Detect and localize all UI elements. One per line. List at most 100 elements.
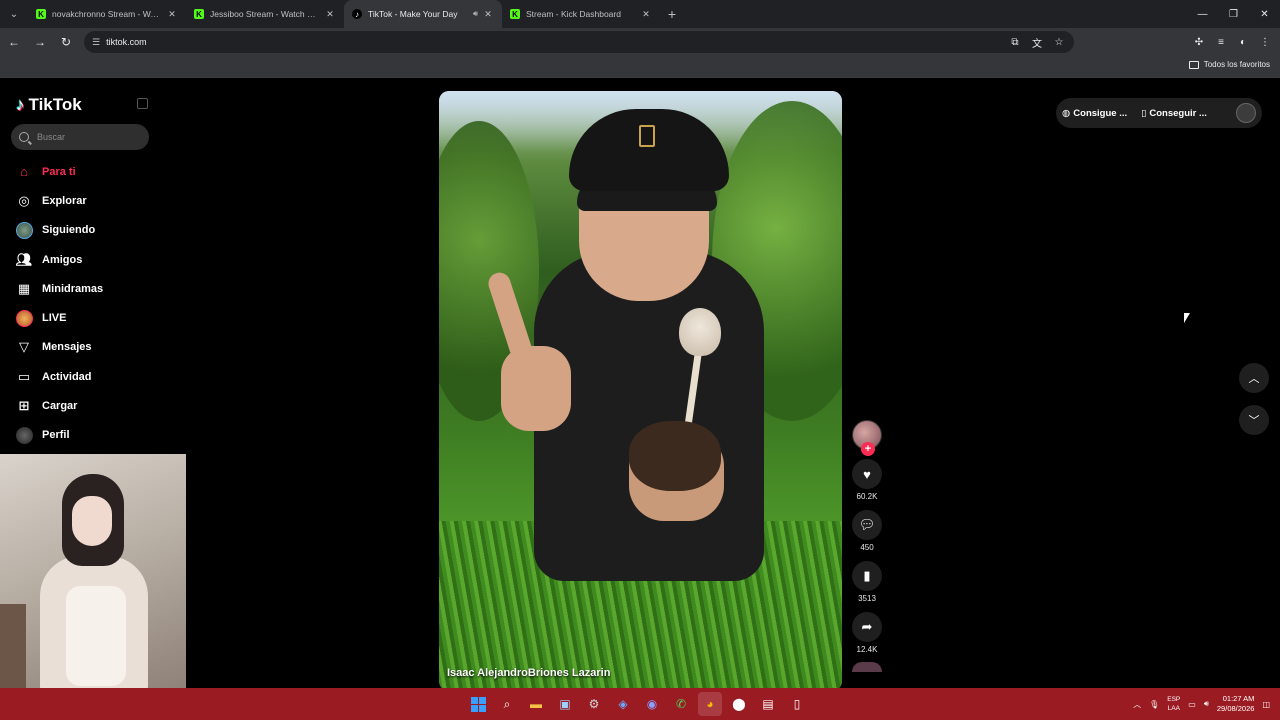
music-disc-icon[interactable] [852,662,882,672]
language-indicator[interactable]: ESP LAA [1167,695,1180,713]
sidebar-item-label: Minidramas [42,282,104,295]
like-button[interactable]: ♥ [852,459,882,489]
get-coins-button[interactable]: ◍ Consigue ... [1062,108,1127,119]
all-bookmarks-button[interactable]: Todos los favoritos [1188,60,1270,69]
close-tab-icon[interactable]: ✕ [640,9,652,20]
home-icon: ⌂ [20,164,28,180]
follow-plus-icon[interactable]: + [861,442,875,456]
get-app-bar: ◍ Consigue ... ▯ Conseguir ... [1056,98,1262,128]
install-app-icon[interactable]: ⧉ [1004,31,1026,53]
search-taskbar-icon[interactable]: ⌕ [495,692,519,716]
previous-video-button[interactable]: ︿ [1239,363,1269,393]
browser-tab-active[interactable]: ♪ TikTok - Make Your Day 🔊︎ ✕ [344,0,502,28]
volume-icon[interactable]: 🔊︎ [1204,699,1209,709]
phone-icon: ▯ [1141,107,1147,119]
close-tab-icon[interactable]: ✕ [166,9,178,20]
new-tab-button[interactable]: + [660,0,684,28]
video-actions: + ♥ 60.2K 💬︎ 450 ▮ 3513 ➦ 12.4K [848,420,886,672]
file-explorer-icon[interactable]: ▬ [524,692,548,716]
bookmark-star-icon[interactable]: ☆ [1048,31,1070,53]
sidebar-item-label: Explorar [42,194,87,207]
sidebar-item-para-ti[interactable]: ⌂ Para ti [0,157,186,186]
reload-icon[interactable]: ↻ [54,30,78,54]
get-app-button[interactable]: ▯ Conseguir ... [1141,108,1207,119]
browser-tab[interactable]: K novakchronno Stream - Watch Live ✕ [28,0,186,28]
sidebar-item-mensajes[interactable]: ▽ Mensajes [0,333,186,362]
sidebar-item-amigos[interactable]: 👥︎ Amigos [0,245,186,274]
bookmarks-bar: Todos los favoritos [0,56,1280,78]
sidebar-item-actividad[interactable]: ▭ Actividad [0,362,186,391]
sidebar-item-explorar[interactable]: ◎ Explorar [0,186,186,215]
tiktok-logo[interactable]: ♪ TikTok [16,95,82,115]
close-window-icon[interactable]: ✕ [1249,0,1280,28]
forward-icon[interactable]: → [28,30,52,54]
site-info-icon[interactable]: ☰ [92,37,100,48]
search-icon [19,132,29,142]
toolbar-right: ✣ ≡ ◐ ⋮ [1188,31,1276,53]
share-action: ➦ 12.4K [848,612,886,654]
tab-search-icon[interactable]: ⌄ [0,0,28,28]
user-avatar[interactable] [1236,103,1256,123]
sidebar-item-cargar[interactable]: ⊞ Cargar [0,391,186,420]
app-window-icon[interactable]: ▤ [756,692,780,716]
search-box[interactable] [11,124,149,150]
extensions-icon[interactable]: ✣ [1188,31,1210,53]
sidebar-item-minidramas[interactable]: ▦ Minidramas [0,274,186,303]
reading-list-icon[interactable]: ≡ [1210,31,1232,53]
video-player[interactable]: Isaac AlejandroBriones Lazarin [439,91,842,688]
search-input[interactable] [37,132,137,142]
photos-app-icon[interactable]: ▣ [553,692,577,716]
browser-tab[interactable]: K Stream - Kick Dashboard ✕ [502,0,660,28]
sidebar-nav: ⌂ Para ti ◎ Explorar Siguiendo 👥︎ Amigos… [0,157,186,450]
obs-icon[interactable]: ⬤ [727,692,751,716]
sidebar-item-live[interactable]: LIVE [0,303,186,332]
tiktok-icon: ♪ [352,9,362,19]
next-video-button[interactable]: ﹀ [1239,405,1269,435]
close-tab-icon[interactable]: ✕ [482,9,494,20]
profile-icon[interactable]: ◐ [1232,31,1254,53]
translate-icon[interactable]: 文 [1026,31,1048,53]
app-cube-icon[interactable]: ◈ [611,692,635,716]
network-icon[interactable]: ▭ [1188,700,1196,709]
speaker-icon[interactable]: 🔊︎ [473,9,478,19]
notepad-icon[interactable]: ▯ [785,692,809,716]
save-button[interactable]: ▮ [852,561,882,591]
comment-button[interactable]: 💬︎ [852,510,882,540]
tray-expand-icon[interactable]: ︿ [1133,699,1141,710]
back-icon[interactable]: ← [2,30,26,54]
clock-date: 29/08/2026 [1216,704,1255,713]
film-icon: ▦ [17,280,31,296]
microphone-icon[interactable]: 🎙︎ [1149,700,1159,709]
sidebar-item-label: Cargar [42,400,78,413]
collapse-sidebar-icon[interactable] [137,98,148,109]
minimize-icon[interactable]: — [1187,0,1218,28]
send-icon: ▽ [19,339,29,355]
more-menu-icon[interactable]: ⋮ [1254,31,1276,53]
sidebar-item-perfil[interactable]: Perfil [0,421,186,450]
video-author[interactable]: Isaac AlejandroBriones Lazarin [447,667,610,679]
browser-toolbar: ← → ↻ ☰ tiktok.com ⧉ 文 ☆ ✣ ≡ ◐ ⋮ [0,28,1280,56]
comment-count: 450 [860,543,874,552]
language-top: ESP [1167,696,1181,703]
chevron-up-icon: ︿ [1248,373,1260,385]
clock-time: 01:27 AM [1222,694,1255,703]
notifications-icon[interactable]: ◫ [1262,700,1270,709]
mouse-cursor-icon [1184,313,1190,323]
start-button[interactable] [466,692,490,716]
clock[interactable]: 01:27 AM 29/08/2026 [1217,694,1255,714]
settings-icon[interactable]: ⚙ [582,692,606,716]
address-bar[interactable]: ☰ tiktok.com [84,31,1074,53]
whatsapp-icon[interactable]: ✆ [669,692,693,716]
bookmark-icon: ▮ [863,568,871,583]
sidebar-item-label: Para ti [42,165,76,178]
share-button[interactable]: ➦ [852,612,882,642]
creator-avatar[interactable]: + [852,420,882,456]
discord-icon[interactable]: ◉ [640,692,664,716]
close-tab-icon[interactable]: ✕ [324,9,336,20]
browser-tab[interactable]: K Jessiboo Stream - Watch Live on Kick ✕ [186,0,344,28]
comment-action: 💬︎ 450 [848,510,886,552]
chrome-icon[interactable]: ◕ [698,692,722,716]
maximize-icon[interactable]: ❐ [1218,0,1249,28]
sidebar-item-label: Amigos [42,253,83,266]
sidebar-item-siguiendo[interactable]: Siguiendo [0,216,186,245]
